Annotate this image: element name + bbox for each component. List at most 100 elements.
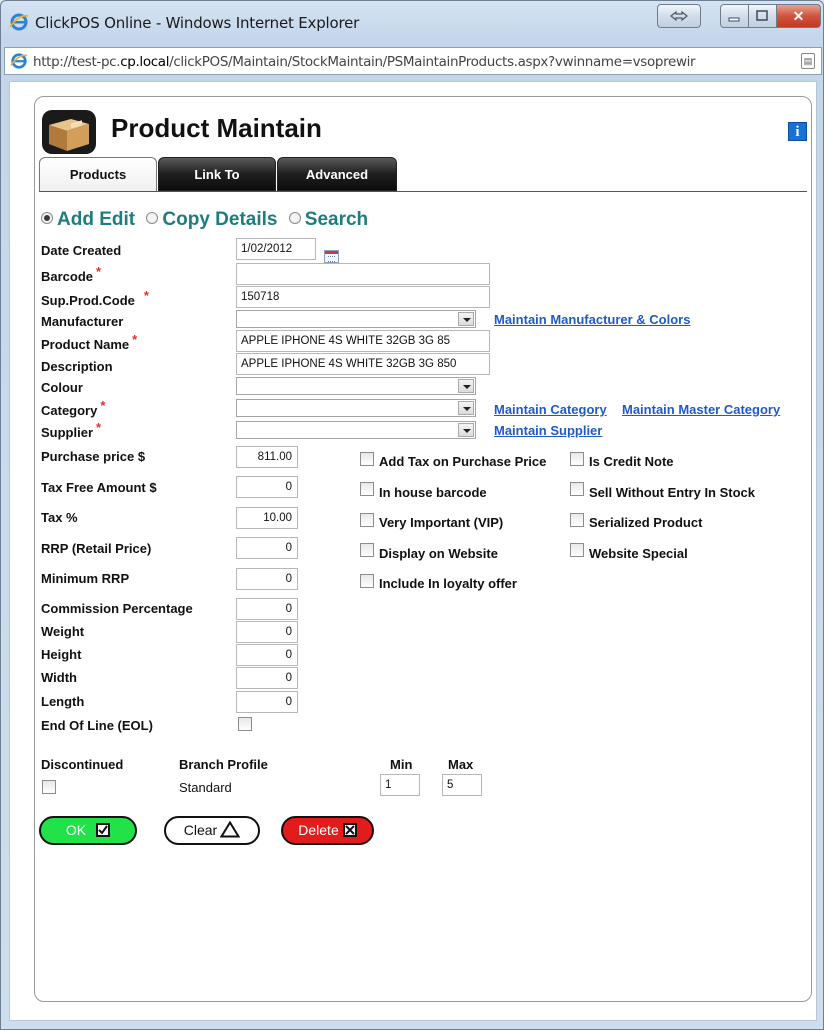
sell-without-entry-checkbox[interactable] (570, 482, 584, 496)
url-scheme-host: http://test-pc. (33, 54, 121, 70)
chevron-down-icon[interactable] (458, 379, 474, 393)
minimum-rrp-input[interactable]: 0 (236, 568, 298, 590)
mode-radio-group: Add Edit Copy Details Search (41, 209, 374, 231)
credit-note-checkbox[interactable] (570, 452, 584, 466)
discontinued-checkbox[interactable] (42, 780, 56, 794)
rrp-input[interactable]: 0 (236, 537, 298, 559)
sup-prod-code-input[interactable]: 150718 (236, 286, 490, 308)
add-tax-checkbox[interactable] (360, 452, 374, 466)
radio-search[interactable] (288, 212, 301, 224)
height-input[interactable]: 0 (236, 644, 298, 666)
length-input[interactable]: 0 (236, 691, 298, 713)
clear-button[interactable]: Clear (164, 816, 260, 845)
website-special-label: Website Special (589, 546, 688, 561)
browser-window: ClickPOS Online - Windows Internet Explo… (0, 0, 824, 1030)
calendar-icon[interactable] (324, 250, 339, 263)
weight-label: Weight (41, 624, 85, 639)
tax-input[interactable]: 10.00 (236, 507, 298, 529)
maximize-button[interactable] (749, 4, 777, 28)
ok-label: OK (65, 822, 87, 838)
barcode-input[interactable] (236, 263, 490, 285)
serialized-checkbox[interactable] (570, 513, 584, 527)
checkmark-icon (96, 823, 111, 837)
commission-input[interactable]: 0 (236, 598, 298, 620)
tab-divider (39, 191, 807, 192)
mode-add-edit[interactable]: Add Edit (41, 209, 135, 231)
manufacturer-select[interactable] (236, 310, 476, 328)
commission-label: Commission Percentage (41, 601, 193, 616)
eol-checkbox[interactable] (238, 717, 252, 731)
x-box-icon (342, 823, 357, 837)
title-bar[interactable]: ClickPOS Online - Windows Internet Explo… (1, 1, 823, 43)
width-input[interactable]: 0 (236, 667, 298, 689)
tab-link-to[interactable]: Link To (158, 157, 276, 191)
compat-view-button[interactable] (657, 4, 701, 28)
credit-note-label: Is Credit Note (589, 454, 674, 469)
maintain-category-link[interactable]: Maintain Category (494, 402, 607, 417)
chevron-down-icon[interactable] (458, 423, 474, 437)
min-input[interactable]: 1 (380, 774, 420, 796)
mode-copy-details-label: Copy Details (162, 209, 278, 230)
tax-free-amount-label: Tax Free Amount $ (41, 480, 157, 495)
tab-products[interactable]: Products (39, 157, 157, 191)
purchase-price-input[interactable]: 811.00 (236, 446, 298, 468)
address-bar[interactable]: http://test-pc.cp.local/clickPOS/Maintai… (4, 47, 822, 75)
sell-without-entry-label: Sell Without Entry In Stock (589, 485, 756, 500)
max-header: Max (448, 757, 474, 772)
width-label: Width (41, 670, 77, 685)
product-maintain-panel: Product Maintain i Products Link To Adva… (34, 96, 812, 1002)
discontinued-header: Discontinued (41, 757, 124, 772)
min-header: Min (390, 757, 413, 772)
radio-add-edit[interactable] (41, 212, 53, 224)
in-house-barcode-checkbox[interactable] (360, 482, 374, 496)
maintain-manufacturer-link[interactable]: Maintain Manufacturer & Colors (494, 312, 690, 327)
supplier-label: Supplier * (41, 420, 102, 440)
radio-copy-details[interactable] (146, 212, 159, 224)
required-marker: * (143, 288, 149, 303)
delete-button[interactable]: Delete (281, 816, 374, 845)
category-select[interactable] (236, 399, 476, 417)
maintain-master-category-link[interactable]: Maintain Master Category (622, 402, 780, 417)
colour-select[interactable] (236, 377, 476, 395)
colour-label: Colour (41, 380, 83, 395)
branch-profile-value: Standard (179, 780, 232, 795)
tax-label: Tax % (41, 510, 78, 525)
ok-button[interactable]: OK (39, 816, 137, 845)
sup-prod-code-label: Sup.Prod.Code * (41, 288, 149, 308)
compat-page-icon[interactable]: ▤ (801, 53, 815, 69)
height-label: Height (41, 647, 82, 662)
date-created-label: Date Created (41, 243, 122, 258)
minimize-button[interactable] (720, 4, 749, 28)
maintain-supplier-link[interactable]: Maintain Supplier (494, 423, 602, 438)
close-button[interactable]: ✕ (777, 4, 821, 28)
description-input[interactable]: APPLE IPHONE 4S WHITE 32GB 3G 850 (236, 353, 490, 375)
mode-copy-details[interactable]: Copy Details (146, 209, 277, 231)
eol-label: End Of Line (EOL) (41, 718, 153, 733)
mode-add-edit-label: Add Edit (57, 209, 136, 230)
date-created-input[interactable]: 1/02/2012 (236, 238, 316, 260)
url-path: /clickPOS/Maintain/StockMaintain/PSMaint… (169, 54, 696, 70)
chevron-down-icon[interactable] (458, 312, 474, 326)
purchase-price-label: Purchase price $ (41, 449, 146, 464)
loyalty-checkbox[interactable] (360, 574, 374, 588)
max-input[interactable]: 5 (442, 774, 482, 796)
weight-input[interactable]: 0 (236, 621, 298, 643)
branch-profile-header: Branch Profile (179, 757, 268, 772)
info-icon[interactable]: i (788, 122, 807, 141)
product-name-input[interactable]: APPLE IPHONE 4S WHITE 32GB 3G 85 (236, 330, 490, 352)
display-website-checkbox[interactable] (360, 543, 374, 557)
supplier-select[interactable] (236, 421, 476, 439)
product-name-label: Product Name * (41, 332, 138, 352)
mode-search[interactable]: Search (288, 209, 368, 231)
category-label: Category * (41, 398, 106, 418)
tax-free-amount-input[interactable]: 0 (236, 476, 298, 498)
website-special-checkbox[interactable] (570, 543, 584, 557)
vip-checkbox[interactable] (360, 513, 374, 527)
address-url[interactable]: http://test-pc.cp.local/clickPOS/Maintai… (33, 54, 793, 70)
chevron-down-icon[interactable] (458, 401, 474, 415)
tab-bar: Products Link To Advanced (39, 157, 799, 191)
add-tax-label: Add Tax on Purchase Price (379, 454, 547, 469)
ie-page-icon (10, 53, 28, 69)
eraser-triangle-icon (219, 820, 241, 838)
tab-advanced[interactable]: Advanced (277, 157, 397, 191)
